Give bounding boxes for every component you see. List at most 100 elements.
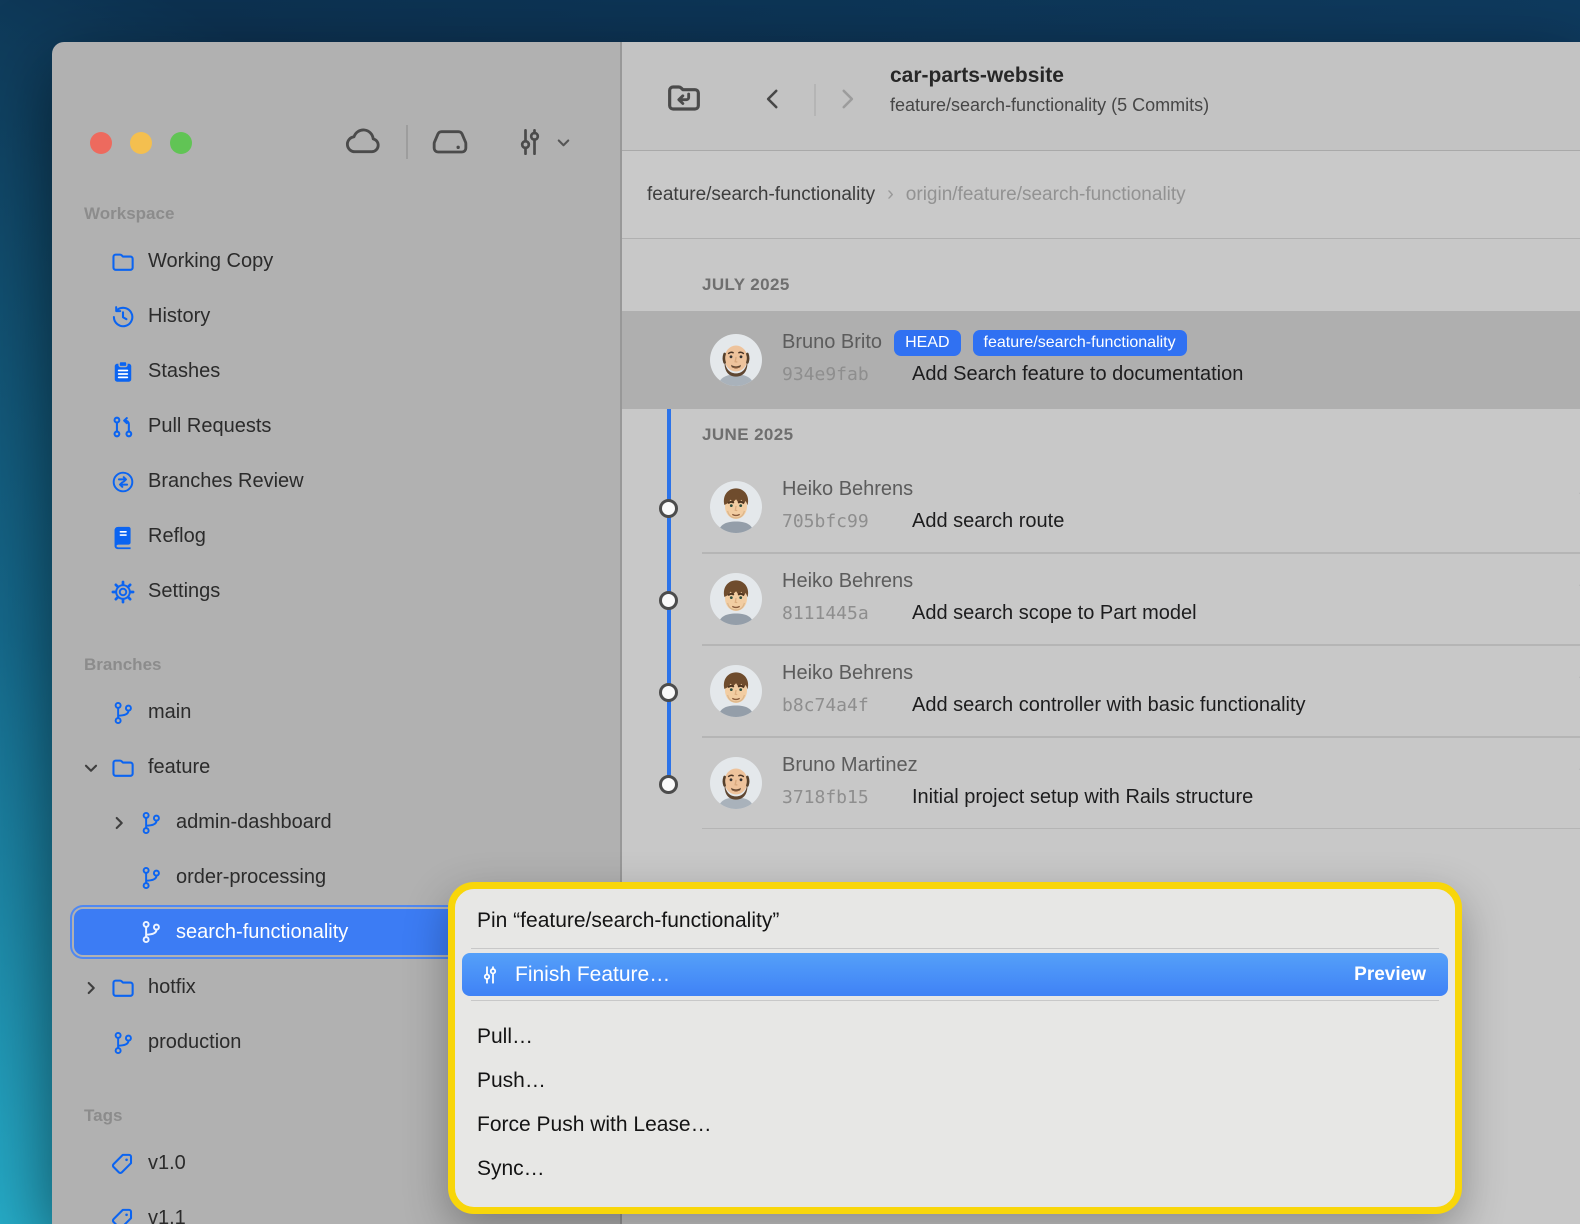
repo-subtitle: feature/search-functionality (5 Commits): [890, 95, 1209, 116]
commit-month-header: JULY 2025: [622, 239, 1580, 311]
chevron-right-icon[interactable]: [108, 812, 130, 834]
sidebar-item-label: Branches Review: [148, 470, 304, 493]
sidebar-item-label: Working Copy: [148, 250, 273, 273]
menu-item-sync[interactable]: Sync…: [455, 1147, 1455, 1191]
sidebar-item-label: v1.0: [148, 1152, 186, 1175]
repo-title: car-parts-website: [890, 64, 1209, 88]
sidebar-item-branch-group-feature[interactable]: feature: [52, 740, 620, 795]
commit-author: Bruno Brito: [782, 331, 882, 354]
commit-month-header: JUNE 2025: [622, 409, 1580, 461]
sidebar-item-settings[interactable]: Settings: [52, 564, 620, 619]
sidebar-item-label: production: [148, 1031, 241, 1054]
commit-row[interactable]: Heiko Behrens 705bfc99 Add search route …: [622, 461, 1580, 553]
avatar: [710, 334, 762, 386]
commit-author-line: Heiko Behrens: [782, 660, 1580, 687]
folder-icon: [110, 755, 136, 781]
git-flow-menu-button[interactable]: [512, 124, 573, 160]
sidebar-item-label: admin-dashboard: [176, 811, 332, 834]
menu-item-label: Finish Feature…: [515, 963, 670, 987]
sidebar-item-label: hotfix: [148, 976, 196, 999]
commit-author-line: Heiko Behrens: [782, 568, 1580, 595]
commit-details: Bruno Brito HEAD feature/search-function…: [782, 329, 1580, 388]
cloud-icon[interactable]: [344, 122, 384, 162]
commit-author: Heiko Behrens: [782, 570, 913, 593]
back-button[interactable]: [760, 86, 786, 112]
forward-button[interactable]: [834, 86, 860, 112]
breadcrumb-chevron: ›: [887, 183, 894, 206]
chevron-down-icon[interactable]: [80, 757, 102, 779]
commit-author-line: Bruno Brito HEAD feature/search-function…: [782, 329, 1580, 356]
sidebar-item-working-copy[interactable]: Working Copy: [52, 234, 620, 289]
sidebar-item-pull-requests[interactable]: Pull Requests: [52, 399, 620, 454]
toolbar-separator: [406, 125, 408, 159]
sidebar-item-history[interactable]: History: [52, 289, 620, 344]
sidebar-item-branch-admin-dashboard[interactable]: admin-dashboard: [52, 795, 620, 850]
avatar: [710, 665, 762, 717]
menu-item-finish-feature[interactable]: Finish Feature… Preview: [462, 953, 1448, 996]
commit-details: Heiko Behrens b8c74a4f Add search contro…: [782, 660, 1580, 719]
avatar: [710, 481, 762, 533]
chevron-down-icon: [554, 133, 573, 152]
menu-item-pin[interactable]: Pin “feature/search-functionality”: [455, 897, 1455, 945]
commit-author: Heiko Behrens: [782, 478, 913, 501]
pull-request-icon: [110, 414, 136, 440]
commit-message-line: b8c74a4f Add search controller with basi…: [782, 692, 1580, 719]
commit-row[interactable]: Heiko Behrens 8111445a Add search scope …: [622, 553, 1580, 645]
zoom-window-button[interactable]: [170, 132, 192, 154]
sidebar-item-label: search-functionality: [176, 921, 348, 944]
tag-icon: [110, 1206, 136, 1224]
sidebar-item-label: History: [148, 305, 210, 328]
commit-row[interactable]: Bruno Brito HEAD feature/search-function…: [622, 311, 1580, 409]
commit-message-line: 705bfc99 Add search route: [782, 508, 1580, 535]
drive-icon[interactable]: [430, 122, 470, 162]
branch-badge: feature/search-functionality: [973, 330, 1187, 356]
commit-details: Bruno Martinez 3718fb15 Initial project …: [782, 752, 1580, 811]
open-working-copy-icon[interactable]: [664, 78, 704, 118]
local-branch-crumb[interactable]: feature/search-functionality: [647, 184, 875, 206]
branch-icon: [138, 919, 164, 945]
sidebar-toolbar: [344, 122, 573, 162]
head-badge: HEAD: [894, 330, 960, 356]
branch-context-menu: Pin “feature/search-functionality” Finis…: [448, 882, 1462, 1214]
menu-separator: [471, 1000, 1439, 1001]
commit-author-line: Bruno Martinez: [782, 752, 1580, 779]
minimize-window-button[interactable]: [130, 132, 152, 154]
commit-message: Add Search feature to documentation: [912, 363, 1243, 386]
remote-branch-crumb[interactable]: origin/feature/search-functionality: [906, 184, 1186, 206]
sidebar-section-branches: Branches: [52, 645, 620, 685]
branch-icon: [110, 1030, 136, 1056]
menu-separator: [471, 948, 1439, 949]
folder-icon: [110, 249, 136, 275]
history-icon: [110, 304, 136, 330]
avatar: [710, 573, 762, 625]
gear-icon: [110, 579, 136, 605]
folder-icon: [110, 975, 136, 1001]
menu-item-push[interactable]: Push…: [455, 1059, 1455, 1103]
git-flow-icon: [512, 124, 548, 160]
menu-item-pull[interactable]: Pull…: [455, 1015, 1455, 1059]
sidebar-item-stashes[interactable]: Stashes: [52, 344, 620, 399]
commit-message-line: 8111445a Add search scope to Part model: [782, 600, 1580, 627]
commit-author: Heiko Behrens: [782, 662, 913, 685]
commit-message: Add search scope to Part model: [912, 602, 1197, 625]
main-header: car-parts-website feature/search-functio…: [622, 42, 1580, 151]
menu-item-force-push-with-lease[interactable]: Force Push with Lease…: [455, 1103, 1455, 1147]
sidebar-item-branches-review[interactable]: Branches Review: [52, 454, 620, 509]
branches-review-icon: [110, 469, 136, 495]
sidebar-item-label: Settings: [148, 580, 220, 603]
chevron-right-icon[interactable]: [80, 977, 102, 999]
tag-icon: [110, 1151, 136, 1177]
commit-message: Add search controller with basic functio…: [912, 694, 1306, 717]
branch-icon: [110, 700, 136, 726]
close-window-button[interactable]: [90, 132, 112, 154]
avatar: [710, 757, 762, 809]
repo-title-block: car-parts-website feature/search-functio…: [890, 64, 1209, 116]
commit-row[interactable]: Heiko Behrens b8c74a4f Add search contro…: [622, 645, 1580, 737]
commit-message-line: 934e9fab Add Search feature to documenta…: [782, 361, 1580, 388]
sidebar-item-label: Pull Requests: [148, 415, 271, 438]
sidebar-item-reflog[interactable]: Reflog: [52, 509, 620, 564]
window-controls: [90, 132, 192, 154]
sidebar-item-label: Reflog: [148, 525, 206, 548]
commit-row[interactable]: Bruno Martinez 3718fb15 Initial project …: [622, 737, 1580, 829]
sidebar-item-branch-main[interactable]: main: [52, 685, 620, 740]
